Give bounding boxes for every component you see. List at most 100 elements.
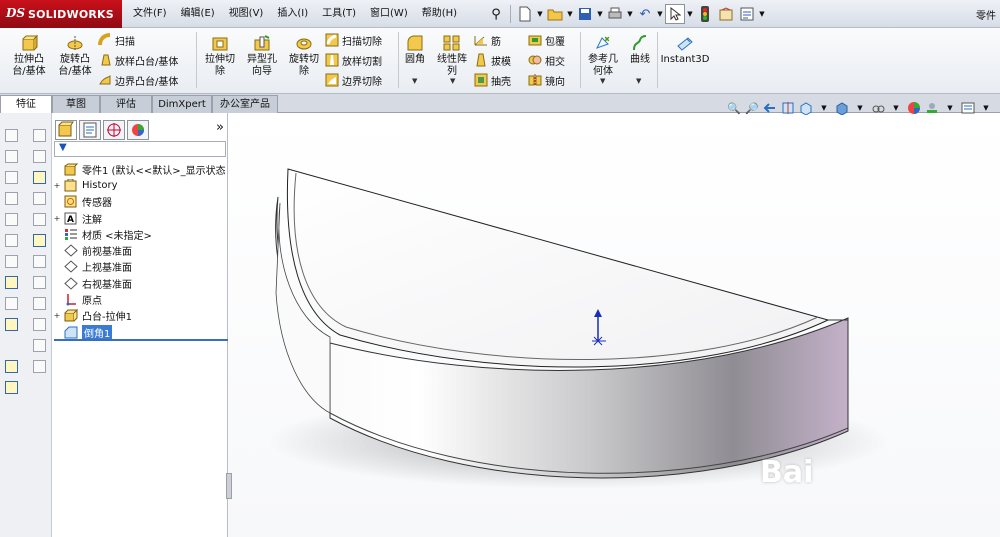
- boundary-boss-button[interactable]: 边界凸台/基体: [98, 71, 178, 89]
- select-dropdown-icon[interactable]: ▼: [686, 10, 694, 18]
- intersect-button[interactable]: 相交: [528, 51, 565, 69]
- rib-button[interactable]: 筋: [474, 31, 501, 49]
- options-dropdown-icon[interactable]: ▼: [758, 10, 766, 18]
- tree-item-part[interactable]: 零件1 (默认<<默认>_显示状态: [52, 161, 228, 177]
- tree-item-boss-extrude1[interactable]: + 凸台-拉伸1: [52, 308, 228, 324]
- hole-icon[interactable]: [2, 230, 20, 251]
- sweep-button[interactable]: 扫描: [98, 31, 135, 49]
- tab-dimxpert[interactable]: DimXpert: [152, 95, 212, 113]
- tab-sketch[interactable]: 草图: [52, 95, 100, 113]
- print-dropdown-icon[interactable]: ▼: [626, 10, 634, 18]
- display-style-icon[interactable]: [834, 100, 850, 116]
- new-dropdown-icon[interactable]: ▼: [536, 10, 544, 18]
- tree-item-sensors[interactable]: 传感器: [52, 194, 228, 210]
- copy-icon[interactable]: [30, 314, 48, 335]
- rebuild-traffic-light-icon[interactable]: [695, 4, 715, 24]
- view-orientation-icon[interactable]: [798, 100, 814, 116]
- table-icon[interactable]: [30, 125, 48, 146]
- shell-button[interactable]: 抽壳: [474, 71, 511, 89]
- scene-dropdown-icon[interactable]: ▼: [942, 100, 958, 116]
- hole-wizard-button[interactable]: 异型孔 向导: [242, 34, 282, 78]
- display-dropdown-icon[interactable]: ▼: [852, 100, 868, 116]
- curves-dropdown-icon[interactable]: ▼: [636, 77, 641, 85]
- revolve-cut-button[interactable]: 旋转切 除: [284, 34, 324, 78]
- move-icon[interactable]: [30, 230, 48, 251]
- open-dropdown-icon[interactable]: ▼: [566, 10, 574, 18]
- dome-icon[interactable]: [2, 251, 20, 272]
- configuration-manager-tab-icon[interactable]: [103, 120, 125, 140]
- cut-icon[interactable]: [2, 209, 20, 230]
- select-pointer-icon[interactable]: [665, 4, 685, 24]
- sweep-cut-button[interactable]: 扫描切除: [325, 31, 382, 49]
- pattern-dropdown-icon[interactable]: ▼: [450, 77, 455, 85]
- reference-geometry-button[interactable]: 参考几 何体: [584, 34, 622, 78]
- file-properties-icon[interactable]: [716, 4, 736, 24]
- tree-item-origin[interactable]: 原点: [52, 291, 228, 307]
- extrude-icon[interactable]: [2, 125, 20, 146]
- stack-icon[interactable]: [30, 251, 48, 272]
- rollback-bar[interactable]: [54, 339, 228, 341]
- property-manager-tab-icon[interactable]: [79, 120, 101, 140]
- view-settings-icon[interactable]: [960, 100, 976, 116]
- pages-icon[interactable]: [30, 293, 48, 314]
- sweep-icon[interactable]: [2, 167, 20, 188]
- revolve-icon[interactable]: [2, 146, 20, 167]
- wrap-button[interactable]: 包覆: [528, 31, 565, 49]
- curves-button[interactable]: 曲线: [626, 34, 654, 66]
- tab-office-products[interactable]: 办公室产品: [212, 95, 278, 113]
- table-icon[interactable]: [30, 356, 48, 377]
- extrude-cut-button[interactable]: 拉伸切 除: [200, 34, 240, 78]
- mirror-button[interactable]: 镜向: [528, 71, 565, 89]
- tree-item-annotations[interactable]: + A 注解: [52, 210, 228, 226]
- hide-show-icon[interactable]: [870, 100, 886, 116]
- dimension-icon[interactable]: [2, 293, 20, 314]
- new-document-icon[interactable]: [515, 4, 535, 24]
- zoom-to-fit-icon[interactable]: 🔍: [726, 100, 742, 116]
- graphics-area[interactable]: 🔍 🔎 ▼ ▼ ▼ ▼ ▼ Bai: [226, 102, 1000, 537]
- save-icon[interactable]: [575, 4, 595, 24]
- menu-tools[interactable]: 工具(T): [315, 0, 363, 28]
- revolve-boss-button[interactable]: 旋转凸 台/基体: [52, 34, 98, 78]
- linear-pattern-button[interactable]: 线性阵 列: [432, 34, 472, 78]
- apply-scene-icon[interactable]: [924, 100, 940, 116]
- menu-insert[interactable]: 插入(I): [270, 0, 315, 28]
- menu-file[interactable]: 文件(F): [126, 0, 174, 28]
- settings-icon[interactable]: [30, 335, 48, 356]
- panel-resize-handle[interactable]: [226, 473, 232, 499]
- previous-view-icon[interactable]: [762, 100, 778, 116]
- display-manager-tab-icon[interactable]: [127, 120, 149, 140]
- extrude-boss-button[interactable]: 拉伸凸 台/基体: [8, 34, 50, 78]
- fillet-button[interactable]: 圆角: [402, 34, 428, 66]
- menu-window[interactable]: 窗口(W): [363, 0, 415, 28]
- collapse-panel-icon[interactable]: »: [216, 120, 224, 135]
- settings-dropdown-icon[interactable]: ▼: [978, 100, 994, 116]
- part-model[interactable]: [228, 113, 1000, 537]
- pin-icon[interactable]: ⚲: [486, 4, 506, 24]
- loft-button[interactable]: 放样凸台/基体: [98, 51, 178, 69]
- undo-icon[interactable]: ↶: [635, 4, 655, 24]
- menu-help[interactable]: 帮助(H): [415, 0, 464, 28]
- assembly-icon[interactable]: [2, 377, 20, 398]
- list-icon[interactable]: [30, 209, 48, 230]
- draft-button[interactable]: 拔模: [474, 51, 511, 69]
- instant3d-button[interactable]: Instant3D: [660, 34, 710, 66]
- tree-toggle[interactable]: +: [52, 181, 62, 190]
- edit-appearance-icon[interactable]: [906, 100, 922, 116]
- tree-item-right-plane[interactable]: 右视基准面: [52, 275, 228, 291]
- zoom-to-area-icon[interactable]: 🔎: [744, 100, 760, 116]
- print-icon[interactable]: [605, 4, 625, 24]
- tab-evaluate[interactable]: 评估: [100, 95, 152, 113]
- frame-icon[interactable]: [30, 272, 48, 293]
- menu-edit[interactable]: 编辑(E): [174, 0, 222, 28]
- solidworks-logo[interactable]: DS SOLIDWORKS: [0, 0, 122, 28]
- boundary-cut-button[interactable]: 边界切除: [325, 71, 382, 89]
- fillet-dropdown-icon[interactable]: ▼: [412, 77, 417, 85]
- loft-icon[interactable]: [2, 188, 20, 209]
- reference-dropdown-icon[interactable]: ▼: [600, 77, 605, 85]
- undo-dropdown-icon[interactable]: ▼: [656, 10, 664, 18]
- tree-toggle[interactable]: +: [52, 214, 62, 223]
- tree-toggle[interactable]: +: [52, 311, 62, 320]
- options-icon[interactable]: [737, 4, 757, 24]
- sketch-icon[interactable]: [2, 272, 20, 293]
- grid-icon[interactable]: [30, 146, 48, 167]
